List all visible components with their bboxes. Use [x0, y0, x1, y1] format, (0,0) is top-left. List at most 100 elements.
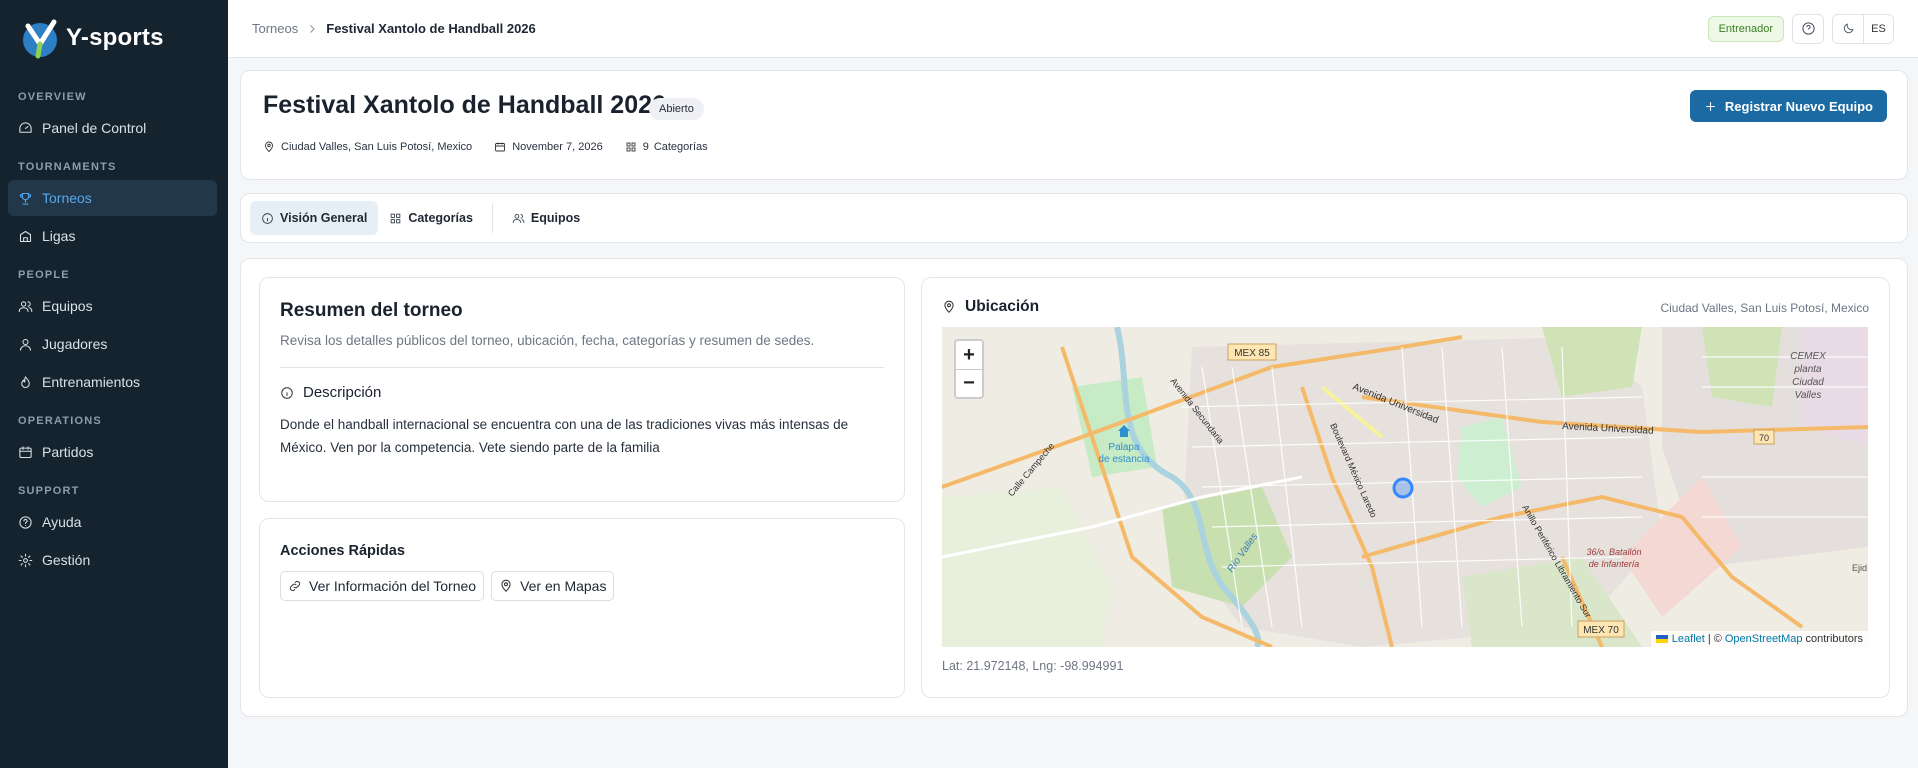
nav-section-tournaments: TOURNAMENTS — [18, 161, 117, 173]
sidebar-item-label: Ligas — [42, 228, 76, 244]
map-attribution: Leaflet | © OpenStreetMap contributors — [1650, 631, 1868, 647]
breadcrumb-root[interactable]: Torneos — [252, 21, 298, 36]
map-pin-icon — [265, 141, 273, 153]
map-label-cemex-line4: Valles — [1795, 390, 1822, 401]
y-sports-logo-icon — [18, 16, 62, 60]
grid-icon — [391, 213, 401, 223]
sidebar-item-partidos[interactable]: Partidos — [8, 434, 217, 470]
ukraine-flag-icon — [1655, 635, 1668, 643]
brand-name: Y-sports — [66, 24, 164, 51]
meta-categories-label: Categorías — [653, 141, 708, 153]
map-label-route70: 70 — [1759, 433, 1769, 443]
meta-date-text: November 7, 2026 — [512, 141, 603, 153]
zoom-in-button[interactable]: + — [956, 341, 982, 369]
chevron-right-icon — [306, 23, 318, 35]
sidebar-item-label: Panel de Control — [42, 120, 147, 136]
sidebar-item-gestion[interactable]: Gestión — [8, 542, 217, 578]
topbar: Torneos Festival Xantolo de Handball 202… — [228, 0, 1918, 58]
attribution-tail: contributors — [1805, 633, 1863, 645]
nav-section-people: PEOPLE — [18, 269, 70, 281]
summary-card: Resumen del torneo Revisa los detalles p… — [259, 277, 905, 502]
location-heading-text: Ubicación — [965, 298, 1040, 315]
tab-label: Visión General — [280, 211, 368, 225]
tab-label: Categorías — [408, 211, 473, 225]
zoom-out-button[interactable]: − — [956, 369, 982, 397]
view-tournament-info-button[interactable]: Ver Información del Torneo — [280, 571, 485, 601]
map-tiles: MEX 85 MEX 70 70 Avenida Universidad Ave… — [942, 327, 1868, 647]
map-label-cemex-line3: Ciudad — [1792, 377, 1824, 388]
tournament-meta: Ciudad Valles, San Luis Potosí, Mexico N… — [263, 141, 730, 153]
sidebar-item-label: Partidos — [42, 444, 94, 460]
map-label-batallon-line1: 36/o. Batallón — [1586, 547, 1641, 557]
tab-categorias[interactable]: Categorías — [378, 201, 484, 235]
sidebar-item-equipos[interactable]: Equipos — [8, 288, 217, 324]
summary-title: Resumen del torneo — [280, 300, 463, 321]
sidebar: Y-sports OVERVIEW Panel de Control TOURN… — [0, 0, 228, 768]
nav-section-overview: OVERVIEW — [18, 91, 87, 103]
language-button[interactable]: ES — [1863, 14, 1893, 43]
sidebar-item-label: Jugadores — [42, 336, 108, 352]
sidebar-item-ayuda[interactable]: Ayuda — [8, 504, 217, 540]
map-label-mex70: MEX 70 — [1583, 625, 1619, 636]
summary-subtitle: Revisa los detalles públicos del torneo,… — [280, 333, 815, 348]
map-label-batallon-line2: de Infantería — [1589, 559, 1640, 569]
sidebar-item-entrenamientos[interactable]: Entrenamientos — [8, 364, 217, 400]
user-icon — [19, 338, 32, 351]
help-button[interactable] — [1792, 13, 1824, 44]
location-heading: Ubicación — [942, 298, 1039, 316]
help-icon — [1801, 22, 1815, 35]
moon-icon — [1843, 23, 1854, 34]
tab-divider — [491, 203, 493, 233]
meta-date: November 7, 2026 — [494, 141, 603, 153]
map-view[interactable]: MEX 85 MEX 70 70 Avenida Universidad Ave… — [942, 327, 1868, 647]
team-icon — [18, 300, 33, 312]
gear-icon — [18, 553, 33, 567]
sidebar-item-panel-de-control[interactable]: Panel de Control — [8, 110, 217, 146]
location-text: Ciudad Valles, San Luis Potosí, Mexico — [1660, 301, 1869, 315]
map-zoom-control: + − — [954, 339, 984, 399]
tab-label: Equipos — [530, 211, 581, 225]
tabs: Visión General Categorías Equipos — [240, 193, 1908, 243]
league-icon — [19, 230, 32, 242]
status-badge: Abierto — [649, 98, 704, 120]
view-in-maps-label: Ver en Mapas — [520, 578, 607, 594]
sidebar-item-ligas[interactable]: Ligas — [8, 218, 217, 254]
nav-section-support: SUPPORT — [18, 485, 80, 497]
calendar-icon — [19, 445, 32, 458]
sidebar-item-label: Entrenamientos — [42, 374, 141, 390]
tab-equipos[interactable]: Equipos — [501, 201, 591, 235]
description-text: Donde el handball internacional se encue… — [280, 417, 849, 455]
link-icon — [289, 580, 301, 592]
quick-actions-card: Acciones Rápidas Ver Información del Tor… — [259, 518, 905, 698]
help-icon — [19, 515, 32, 529]
tab-vision-general[interactable]: Visión General — [250, 201, 379, 235]
view-in-maps-button[interactable]: Ver en Mapas — [491, 571, 615, 601]
team-icon — [512, 213, 525, 223]
brand-logo[interactable]: Y-sports — [0, 0, 228, 76]
map-pin-icon — [501, 579, 511, 592]
sidebar-item-label: Gestión — [42, 552, 91, 568]
meta-location: Ciudad Valles, San Luis Potosí, Mexico — [263, 141, 472, 153]
tournament-header-card: Festival Xantolo de Handball 2026 Abiert… — [240, 70, 1908, 180]
info-icon — [262, 212, 273, 224]
meta-categories: 9 Categorías — [625, 141, 708, 153]
dashboard-icon — [19, 121, 32, 133]
osm-link[interactable]: OpenStreetMap — [1725, 633, 1803, 645]
quick-actions-title: Acciones Rápidas — [280, 543, 405, 559]
location-card: Ubicación Ciudad Valles, San Luis Potosí… — [921, 277, 1890, 698]
sidebar-item-jugadores[interactable]: Jugadores — [8, 326, 217, 362]
meta-location-text: Ciudad Valles, San Luis Potosí, Mexico — [281, 141, 473, 153]
training-icon — [21, 375, 30, 388]
map-label-mex85: MEX 85 — [1234, 348, 1270, 359]
map-label-palapa-line1: Palapa — [1108, 442, 1140, 453]
coordinates-readout: Lat: 21.972148, Lng: -98.994991 — [942, 659, 1124, 673]
register-team-button[interactable]: Registrar Nuevo Equipo — [1689, 90, 1887, 122]
sidebar-item-torneos[interactable]: Torneos — [8, 180, 217, 216]
theme-toggle-button[interactable] — [1833, 15, 1863, 43]
grid-icon — [626, 142, 636, 152]
map-pin-icon — [944, 300, 954, 313]
breadcrumb-current: Festival Xantolo de Handball 2026 — [326, 21, 536, 36]
register-team-label: Registrar Nuevo Equipo — [1724, 98, 1873, 114]
description-heading-text: Descripción — [303, 384, 382, 401]
leaflet-link[interactable]: Leaflet — [1672, 633, 1705, 645]
